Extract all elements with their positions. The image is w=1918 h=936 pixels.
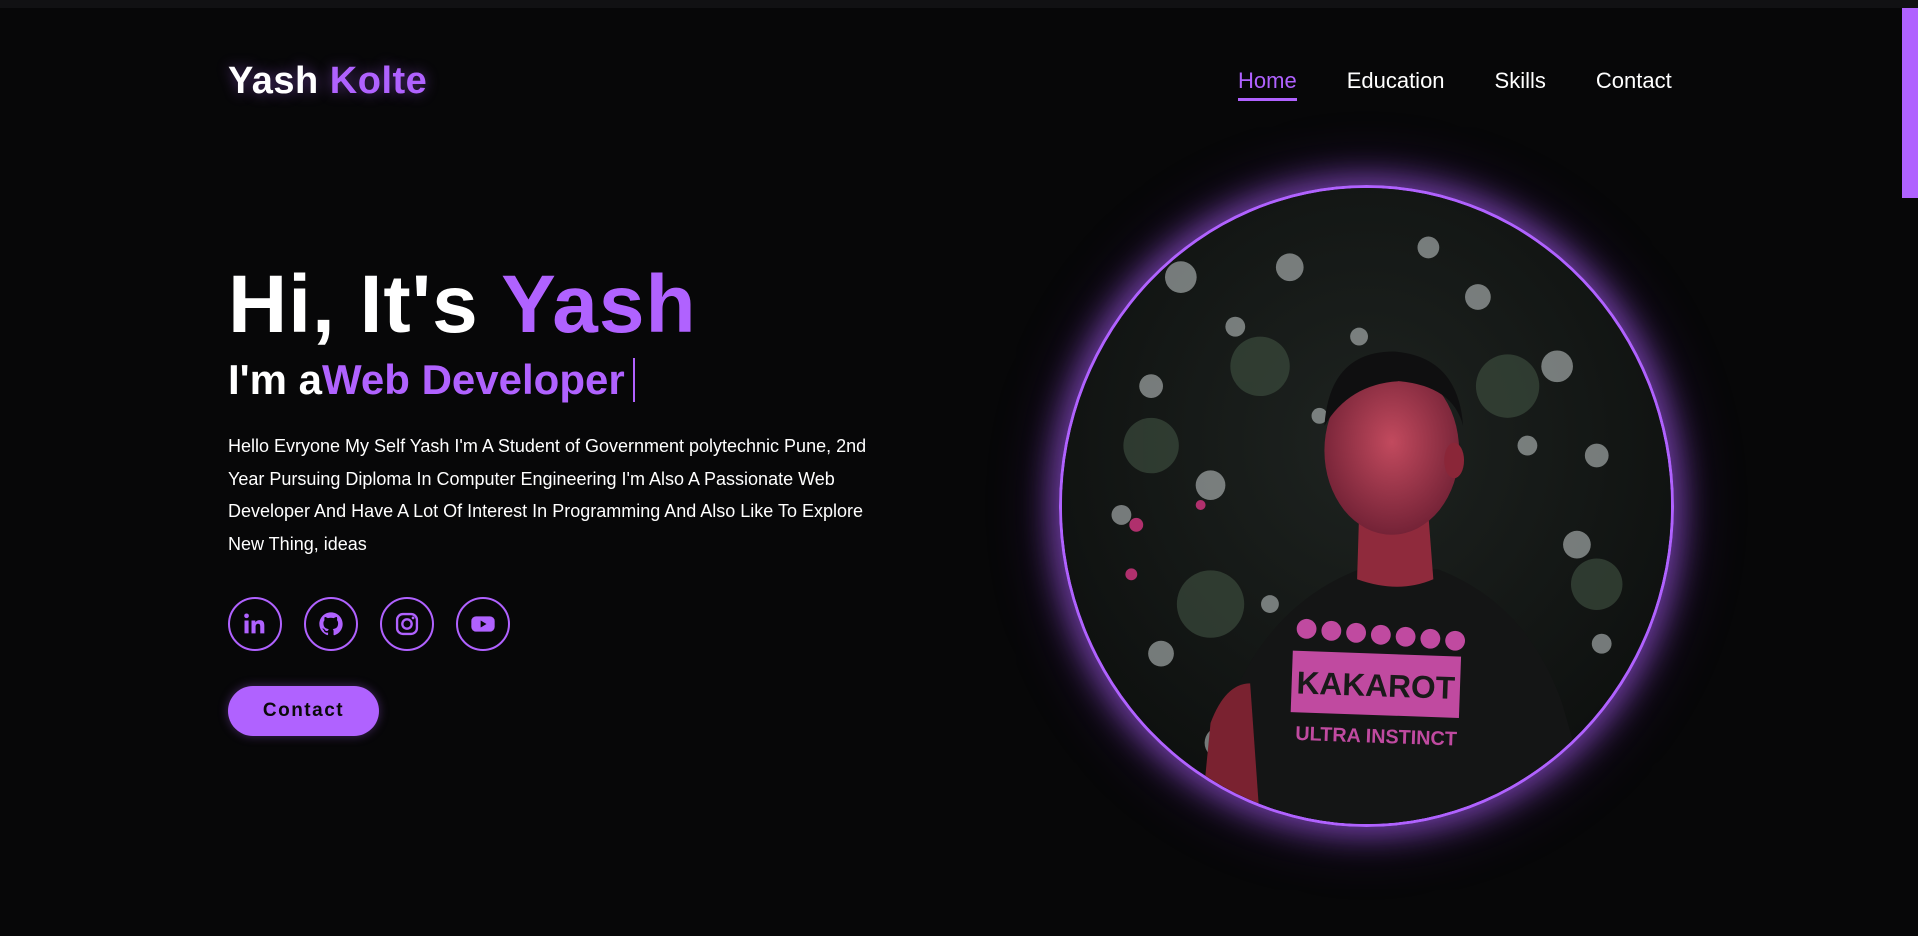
hero-subtitle: I'm a Web Developer bbox=[228, 356, 635, 404]
scrollbar-thumb[interactable] bbox=[1902, 8, 1918, 198]
instagram-link[interactable] bbox=[380, 597, 434, 651]
logo-first-name: Yash bbox=[228, 60, 319, 102]
shirt-print-title: KAKAROT bbox=[1296, 664, 1456, 706]
hero-sub-prefix: I'm a bbox=[228, 356, 323, 403]
nav-home[interactable]: Home bbox=[1238, 68, 1297, 101]
logo-last-name: Kolte bbox=[329, 60, 428, 102]
site-logo[interactable]: Yash Kolte bbox=[228, 60, 427, 103]
typing-cursor bbox=[632, 358, 635, 402]
profile-photo: KAKAROT ULTRA INSTINCT bbox=[1059, 185, 1674, 827]
hero-bio: Hello Evryone My Self Yash I'm A Student… bbox=[228, 436, 867, 554]
linkedin-icon bbox=[244, 613, 265, 634]
linkedin-link[interactable] bbox=[228, 597, 282, 651]
contact-button[interactable]: Contact bbox=[228, 686, 379, 736]
nav-skills[interactable]: Skills bbox=[1495, 68, 1546, 101]
hero-title: Hi, It's Yash bbox=[228, 258, 697, 352]
youtube-link[interactable] bbox=[456, 597, 510, 651]
hero-title-prefix: Hi, It's bbox=[228, 259, 479, 350]
nav-education[interactable]: Education bbox=[1347, 68, 1445, 101]
github-link[interactable] bbox=[304, 597, 358, 651]
hero-title-name: Yash bbox=[501, 259, 697, 350]
main-nav: Home Education Skills Contact bbox=[1238, 68, 1672, 101]
profile-photo-illustration: KAKAROT ULTRA INSTINCT bbox=[1062, 188, 1671, 824]
nav-contact[interactable]: Contact bbox=[1596, 68, 1672, 101]
top-strip bbox=[0, 0, 1918, 8]
portfolio-page: Yash Kolte Home Education Skills Contact… bbox=[0, 0, 1918, 936]
hero-sub-role: Web Developer bbox=[322, 356, 625, 403]
social-links bbox=[228, 597, 510, 651]
github-icon bbox=[319, 612, 343, 636]
youtube-icon bbox=[471, 616, 495, 632]
instagram-icon bbox=[395, 612, 419, 636]
